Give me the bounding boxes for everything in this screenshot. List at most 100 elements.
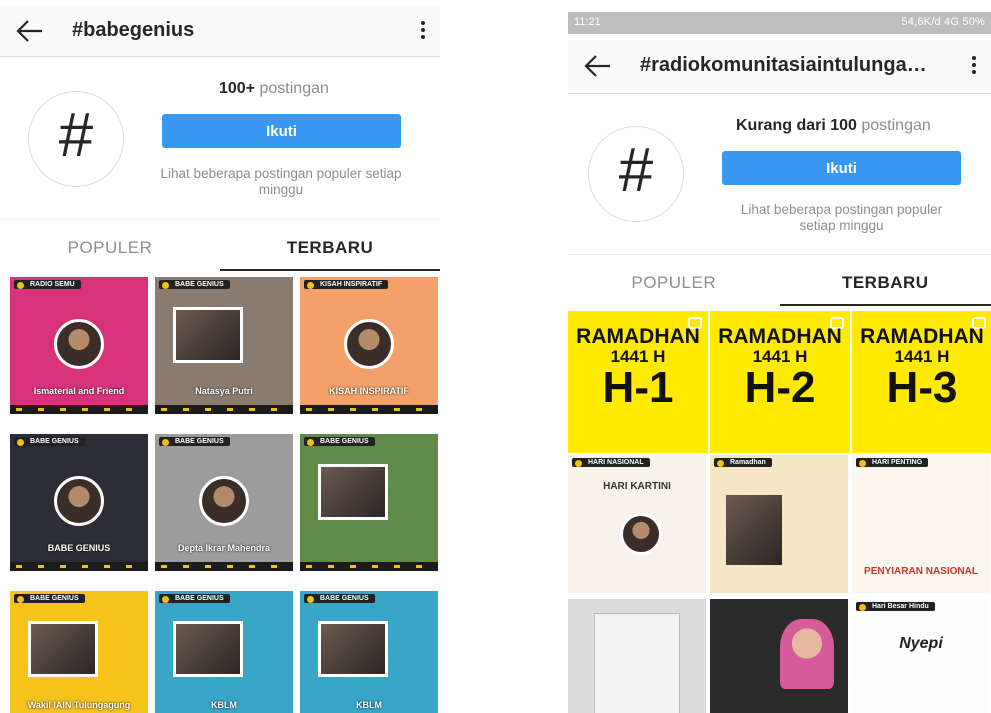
tile-document: [594, 613, 680, 713]
tile-badge: BABE GENIUS: [159, 594, 230, 603]
tile-countdown: H-3: [886, 363, 958, 412]
tab-populer[interactable]: POPULER: [568, 255, 780, 307]
post-tile[interactable]: RADIO SEMU Ismaterial and Friend: [10, 277, 148, 414]
tile-photo: [54, 319, 104, 369]
tile-badge: BABE GENIUS: [14, 594, 85, 603]
tile-caption: Natasya Putri: [195, 386, 253, 396]
post-tile[interactable]: BABE GENIUS Depta Ikrar Mahendra: [155, 434, 293, 571]
tile-badge: BABE GENIUS: [14, 437, 85, 446]
tile-footer: [10, 562, 148, 571]
tile-photo: [199, 476, 249, 526]
top-bar: #radiokomunitasiaintulunga…: [568, 40, 991, 94]
hashtag-title: #babegenius: [72, 19, 195, 41]
tile-caption: PENYIARAN NASIONAL: [864, 566, 978, 577]
top-bar: #babegenius: [0, 5, 440, 57]
post-tile[interactable]: BABE GENIUS KBLM: [300, 591, 438, 713]
follow-button[interactable]: Ikuti: [722, 151, 961, 185]
more-options-icon[interactable]: [420, 19, 426, 41]
post-grid: HARI NASIONAL HARI KARTINI Ramadhan HARI PE…: [568, 455, 991, 713]
tile-photo: [28, 621, 98, 677]
tile-badge: HARI PENTING: [856, 458, 929, 467]
tile-heading: RAMADHAN: [576, 325, 700, 348]
tile-badge: Hari Besar Hindu: [856, 602, 935, 611]
tile-countdown: H-2: [744, 363, 816, 412]
popular-hint: Lihat beberapa postingan populer setiap …: [740, 202, 943, 233]
post-tile[interactable]: HARI PENTING PENYIARAN NASIONAL: [852, 455, 990, 593]
post-tile[interactable]: BABE GENIUS Wakil IAIN Tulungagung: [10, 591, 148, 713]
tile-badge: BABE GENIUS: [304, 594, 375, 603]
feed-tabs: POPULER TERBARU: [568, 254, 991, 306]
post-tile[interactable]: KISAH INSPIRATIF KISAH INSPIRATIF: [300, 277, 438, 414]
left-screen: #babegenius # 100+ postingan Ikuti Lihat…: [0, 0, 440, 713]
back-arrow-icon[interactable]: [14, 17, 44, 45]
tile-footer: [300, 562, 438, 571]
post-tile[interactable]: HARI NASIONAL HARI KARTINI: [568, 455, 706, 593]
tile-caption: KBLM: [356, 700, 382, 710]
tile-footer: [300, 405, 438, 414]
tab-terbaru[interactable]: TERBARU: [780, 255, 991, 307]
tile-caption: Depta Ikrar Mahendra: [177, 543, 271, 553]
tile-caption: KBLM: [211, 700, 237, 710]
status-indicators: 54,6K/d 4G 50%: [901, 16, 985, 28]
post-grid: RADIO SEMU Ismaterial and Friend BABE GENI…: [0, 277, 440, 713]
tile-photo: [173, 621, 243, 677]
tile-photo: [344, 319, 394, 369]
post-tile[interactable]: BABE GENIUS BABE GENIUS: [10, 434, 148, 571]
tile-badge: Ramadhan: [714, 458, 772, 467]
tile-badge: RADIO SEMU: [14, 280, 81, 289]
post-tile[interactable]: BABE GENIUS Natasya Putri: [155, 277, 293, 414]
post-tile[interactable]: RAMADHAN 1441 H H-3: [852, 311, 991, 453]
right-screen: 11:21 54,6K/d 4G 50% #radiokomunitasiain…: [568, 0, 991, 713]
post-count-number: 100+: [219, 80, 256, 97]
tile-badge: BABE GENIUS: [159, 437, 230, 446]
post-tile[interactable]: Ramadhan: [710, 455, 848, 593]
feed-tabs: POPULER TERBARU: [0, 219, 440, 271]
hashtag-symbol: #: [58, 101, 94, 170]
tile-photo: [726, 495, 782, 565]
post-tile[interactable]: BABE GENIUS KBLM: [155, 591, 293, 713]
post-tile[interactable]: Hari Besar Hindu Nyepi: [852, 599, 990, 713]
tile-countdown: H-1: [602, 363, 674, 412]
post-count: Kurang dari 100 postingan: [736, 117, 931, 135]
tile-caption: KISAH INSPIRATIF: [329, 386, 409, 396]
active-tab-indicator: [779, 304, 991, 306]
tile-photo: [620, 513, 662, 555]
post-count-label: postingan: [255, 80, 329, 97]
post-tile[interactable]: [568, 599, 706, 713]
post-tile[interactable]: [710, 599, 848, 713]
tile-caption: BABE GENIUS: [47, 543, 111, 553]
post-count-number: Kurang dari 100: [736, 117, 857, 134]
tile-footer: [155, 562, 293, 571]
tile-photo: [780, 619, 834, 689]
tile-badge: BABE GENIUS: [159, 280, 230, 289]
tile-photo: [173, 307, 243, 363]
tile-badge: KISAH INSPIRATIF: [304, 280, 389, 289]
hashtag-avatar: #: [28, 91, 124, 187]
tile-footer: [155, 405, 293, 414]
tile-caption: Ismaterial and Friend: [33, 386, 125, 396]
post-tile[interactable]: RAMADHAN 1441 H H-1: [568, 311, 708, 453]
popular-hint: Lihat beberapa postingan populer setiap …: [160, 166, 402, 197]
tile-heading: RAMADHAN: [718, 325, 842, 348]
tile-badge: BABE GENIUS: [304, 437, 375, 446]
tile-caption: HARI KARTINI: [603, 481, 671, 492]
post-tile[interactable]: RAMADHAN 1441 H H-2: [710, 311, 850, 453]
tile-badge: HARI NASIONAL: [572, 458, 650, 467]
follow-button[interactable]: Ikuti: [162, 114, 401, 148]
more-options-icon[interactable]: [971, 54, 977, 76]
tile-photo: [318, 464, 388, 520]
back-arrow-icon[interactable]: [582, 52, 612, 80]
status-time: 11:21: [574, 16, 601, 28]
tile-heading: RAMADHAN: [860, 325, 984, 348]
hashtag-avatar: #: [588, 126, 684, 222]
hashtag-symbol: #: [618, 136, 654, 205]
tile-caption: Wakil IAIN Tulungagung: [27, 700, 131, 710]
active-tab-indicator: [220, 269, 440, 271]
tile-photo: [318, 621, 388, 677]
ramadhan-row: RAMADHAN 1441 H H-1 RAMADHAN 1441 H H-2 RAMADH…: [568, 311, 991, 453]
tab-terbaru[interactable]: TERBARU: [220, 220, 440, 272]
post-count-label: postingan: [856, 117, 931, 134]
tab-populer[interactable]: POPULER: [0, 220, 220, 272]
hashtag-title: #radiokomunitasiaintulunga…: [640, 54, 927, 76]
post-tile[interactable]: BABE GENIUS: [300, 434, 438, 571]
